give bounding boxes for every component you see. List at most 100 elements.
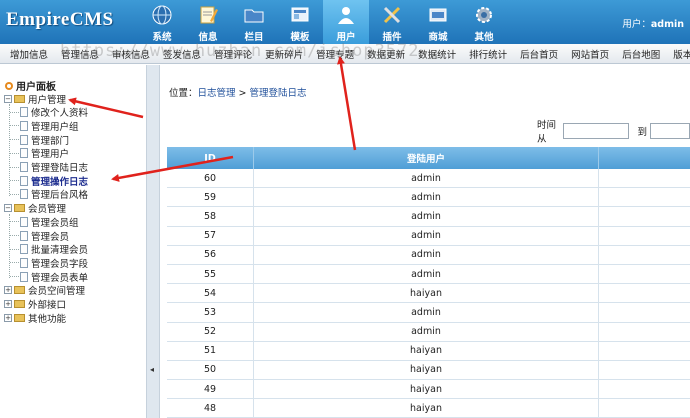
sidebar-item-1-3[interactable]: 管理会员字段 xyxy=(10,256,89,270)
sidebar-item-0-4[interactable]: 管理登陆日志 xyxy=(10,161,88,174)
expand-icon[interactable]: + xyxy=(4,300,12,308)
nav-tab-1[interactable]: 信息 xyxy=(185,0,231,44)
sidebar-item-label: 管理会员字段 xyxy=(31,258,89,270)
tree-connector xyxy=(10,193,19,195)
collapse-icon[interactable]: − xyxy=(4,94,12,103)
toolbar-link-5[interactable]: 更新碎片 xyxy=(265,47,303,61)
sidebar-item-0-1[interactable]: 管理用户组 xyxy=(10,119,79,133)
nav-tab-6[interactable]: 商城 xyxy=(415,0,461,44)
breadcrumb: 位置：日志管理 > 管理登陆日志 xyxy=(169,85,307,99)
sidebar: 用户面板 − 用户管理 修改个人资料 管理用户组 管理部门 管理用户 管理登陆日志 管理操作日… xyxy=(0,65,146,418)
cell-user: haiyan xyxy=(254,380,599,399)
sidebar-group-2[interactable]: + 会员空间管理 xyxy=(4,284,85,297)
table-row[interactable]: 48 haiyan xyxy=(167,399,690,418)
expand-icon[interactable]: + xyxy=(4,313,12,322)
collapse-arrow-icon[interactable]: ◂ xyxy=(150,365,154,374)
nav-tab-3[interactable]: 模板 xyxy=(277,0,323,44)
page-icon xyxy=(20,175,28,186)
sidebar-collapse-bar[interactable]: ◂ xyxy=(146,65,160,418)
cell-id: 51 xyxy=(167,341,254,360)
table-row[interactable]: 49 haiyan xyxy=(167,380,690,400)
date-from-input[interactable] xyxy=(563,123,630,139)
breadcrumb-log-manage[interactable]: 日志管理 xyxy=(198,88,236,99)
page-icon xyxy=(20,230,28,241)
expand-icon[interactable]: + xyxy=(4,286,12,295)
table-body: 60 admin 59 admin 58 admin 57 admin 56 admin 55 adm… xyxy=(167,169,690,418)
nav-tab-7[interactable]: 其他 xyxy=(461,0,507,44)
sidebar-item-1-0[interactable]: 管理会员组 xyxy=(10,215,79,229)
collapse-icon[interactable]: − xyxy=(4,204,12,213)
toolbar-link-7[interactable]: 数据更新 xyxy=(367,47,405,61)
cell-id: 53 xyxy=(167,303,254,322)
sidebar-item-1-1[interactable]: 管理会员 xyxy=(10,229,69,243)
table-row[interactable]: 56 admin xyxy=(167,245,690,265)
sidebar-item-0-3[interactable]: 管理用户 xyxy=(10,147,69,160)
cell-extra xyxy=(599,380,690,398)
nav-tab-2[interactable]: 栏目 xyxy=(231,0,277,44)
table-row[interactable]: 55 admin xyxy=(167,264,690,285)
sidebar-item-0-5[interactable]: 管理操作日志 xyxy=(10,174,89,188)
breadcrumb-prefix: 位置： xyxy=(169,88,198,99)
toolbar-link-4[interactable]: 管理评论 xyxy=(214,47,252,61)
table-row[interactable]: 53 admin xyxy=(167,303,690,323)
sidebar-group-0[interactable]: − 用户管理 xyxy=(4,92,66,106)
sidebar-item-1-4[interactable]: 管理会员表单 xyxy=(10,270,89,284)
column-header-user[interactable]: 登陆用户 xyxy=(254,147,599,169)
table-row[interactable]: 50 haiyan xyxy=(167,360,690,381)
column-header-id[interactable]: ID xyxy=(167,147,254,169)
column-header-extra xyxy=(599,147,690,169)
cell-user: admin xyxy=(254,322,599,341)
nav-tab-4[interactable]: 用户 xyxy=(323,0,369,44)
toolbar-link-11[interactable]: 网站首页 xyxy=(571,47,609,61)
breadcrumb-login-log[interactable]: 管理登陆日志 xyxy=(250,88,307,99)
toolbar-link-1[interactable]: 管理信息 xyxy=(61,47,99,61)
page-icon xyxy=(20,189,28,200)
toolbar-link-3[interactable]: 签发信息 xyxy=(163,47,201,61)
nav-tab-label: 商城 xyxy=(428,32,448,43)
nav-tab-label: 系统 xyxy=(152,32,172,43)
sidebar-item-1-2[interactable]: 批量清理会员 xyxy=(10,243,88,256)
toolbar-link-12[interactable]: 后台地图 xyxy=(622,47,660,61)
table-row[interactable]: 60 admin xyxy=(167,169,690,189)
page-icon xyxy=(20,244,28,255)
sidebar-item-label: 管理用户 xyxy=(31,149,70,161)
table-row[interactable]: 51 haiyan xyxy=(167,341,690,361)
toolbar-link-2[interactable]: 审核信息 xyxy=(112,47,150,61)
sidebar-item-0-6[interactable]: 管理后台风格 xyxy=(10,188,88,201)
sidebar-group-4[interactable]: + 其他功能 xyxy=(4,311,66,325)
toolbar-link-13[interactable]: 版本 xyxy=(673,47,690,61)
empirecms-logo[interactable]: EmpireCMS xyxy=(6,9,114,31)
sidebar-item-label: 管理登陆日志 xyxy=(31,163,89,174)
sidebar-item-label: 管理操作日志 xyxy=(31,176,89,188)
cell-id: 56 xyxy=(167,245,254,264)
sidebar-item-label: 管理会员表单 xyxy=(31,272,89,284)
cell-extra xyxy=(599,207,690,225)
page-icon xyxy=(20,257,28,268)
user-name[interactable]: admin xyxy=(651,19,684,30)
table-row[interactable]: 52 admin xyxy=(167,322,690,342)
cell-extra xyxy=(599,188,690,206)
table-row[interactable]: 58 admin xyxy=(167,207,690,227)
table-row[interactable]: 54 haiyan xyxy=(167,284,690,304)
table-row[interactable]: 57 admin xyxy=(167,226,690,246)
toolbar-link-10[interactable]: 后台首页 xyxy=(520,47,558,61)
toolbar-link-0[interactable]: 增加信息 xyxy=(10,47,48,61)
toolbar-link-8[interactable]: 数据统计 xyxy=(418,47,456,61)
cell-id: 54 xyxy=(167,284,254,303)
top-header: EmpireCMS 系统 信息 栏目 模板 用户 插件 商城 其他 用户：admin xyxy=(0,0,690,44)
cell-user: haiyan xyxy=(254,360,599,380)
date-to-input[interactable] xyxy=(650,123,690,139)
cell-user: haiyan xyxy=(254,399,599,418)
sidebar-item-0-0[interactable]: 修改个人资料 xyxy=(10,106,88,119)
cell-id: 59 xyxy=(167,188,254,207)
sidebar-item-0-2[interactable]: 管理部门 xyxy=(10,133,70,147)
sidebar-group-3[interactable]: + 外部接口 xyxy=(4,298,66,311)
toolbar-link-9[interactable]: 排行统计 xyxy=(469,47,507,61)
sidebar-group-1[interactable]: − 会员管理 xyxy=(4,202,66,215)
nav-tab-5[interactable]: 插件 xyxy=(369,0,415,44)
toolbar-link-6[interactable]: 管理专题 xyxy=(316,47,354,61)
nav-tab-0[interactable]: 系统 xyxy=(139,0,185,44)
table-row[interactable]: 59 admin xyxy=(167,188,690,208)
quick-toolbar: 增加信息 管理信息 审核信息 签发信息 管理评论 更新碎片 管理专题 数据更新 数据统计 排行统计… xyxy=(0,44,690,64)
sidebar-item-label: 管理部门 xyxy=(31,135,70,147)
